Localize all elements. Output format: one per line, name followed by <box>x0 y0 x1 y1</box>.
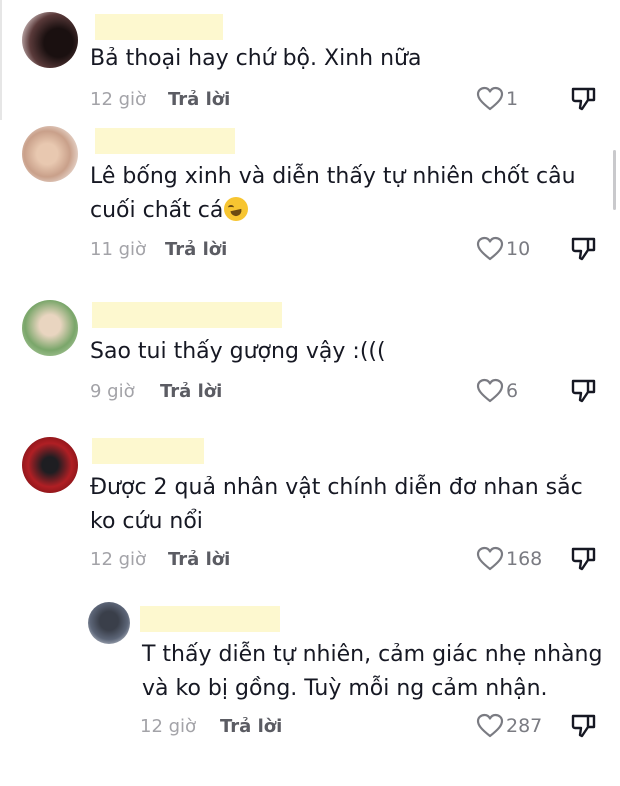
username-redacted[interactable] <box>92 438 204 464</box>
avatar[interactable] <box>22 300 78 356</box>
reply-button[interactable]: Trả lời <box>160 381 222 402</box>
reply-button[interactable]: Trả lời <box>168 89 230 110</box>
comment-text-line-2: và ko bị gồng. Tuỳ mỗi ng cảm nhận. <box>142 676 548 701</box>
like-button[interactable]: 168 <box>476 546 542 572</box>
comment-text-line-1: Lê bống xinh và diễn thấy tự nhiên chốt … <box>90 164 576 189</box>
heart-outline-icon <box>476 378 504 403</box>
thumbs-down-icon[interactable] <box>570 236 598 262</box>
comment-time: 11 giờ <box>90 239 147 260</box>
comment-text: Bả thoại hay chứ bộ. Xinh nữa <box>90 46 422 71</box>
comment-time: 9 giờ <box>90 381 135 402</box>
comment-text-line-1: T thấy diễn tự nhiên, cảm giác nhẹ nhàng <box>142 642 603 667</box>
thumbs-down-icon[interactable] <box>570 546 598 572</box>
laughing-emoji-icon <box>224 197 249 221</box>
scrollbar-thumb[interactable] <box>613 150 616 210</box>
username-redacted[interactable] <box>95 128 235 154</box>
comment-time: 12 giờ <box>90 89 147 110</box>
avatar[interactable] <box>22 437 78 493</box>
heart-outline-icon <box>476 236 504 261</box>
heart-outline-icon <box>476 713 504 738</box>
heart-outline-icon <box>476 546 504 571</box>
reply-button[interactable]: Trả lời <box>220 716 282 737</box>
comment-text-line-2-text: cuối chất cá <box>90 198 224 223</box>
left-edge-divider <box>0 0 2 120</box>
avatar[interactable] <box>22 12 78 68</box>
comment-text-line-2: cuối chất cá <box>90 194 249 227</box>
like-count: 287 <box>506 715 543 737</box>
comment-time: 12 giờ <box>140 716 197 737</box>
username-redacted[interactable] <box>95 14 223 40</box>
reply-button[interactable]: Trả lời <box>168 549 230 570</box>
like-button[interactable]: 6 <box>476 378 518 404</box>
reply-button[interactable]: Trả lời <box>165 239 227 260</box>
comment-time: 12 giờ <box>90 549 147 570</box>
like-count: 6 <box>506 380 519 402</box>
like-button[interactable]: 10 <box>476 236 530 262</box>
like-button[interactable]: 287 <box>476 713 542 739</box>
thumbs-down-icon[interactable] <box>570 378 598 404</box>
comment-text: Sao tui thấy gượng vậy :((( <box>90 339 386 364</box>
username-redacted[interactable] <box>92 302 282 328</box>
comment-text-line-1: Được 2 quả nhân vật chính diễn đơ nhan s… <box>90 475 583 500</box>
thumbs-down-icon[interactable] <box>570 86 598 112</box>
avatar[interactable] <box>88 602 130 644</box>
username-redacted[interactable] <box>140 606 280 632</box>
avatar[interactable] <box>22 126 78 182</box>
like-count: 10 <box>506 238 531 260</box>
comment-text-line-2: ko cứu nổi <box>90 509 203 534</box>
like-count: 1 <box>506 88 519 110</box>
heart-outline-icon <box>476 86 504 111</box>
like-count: 168 <box>506 548 543 570</box>
like-button[interactable]: 1 <box>476 86 518 112</box>
thumbs-down-icon[interactable] <box>570 713 598 739</box>
